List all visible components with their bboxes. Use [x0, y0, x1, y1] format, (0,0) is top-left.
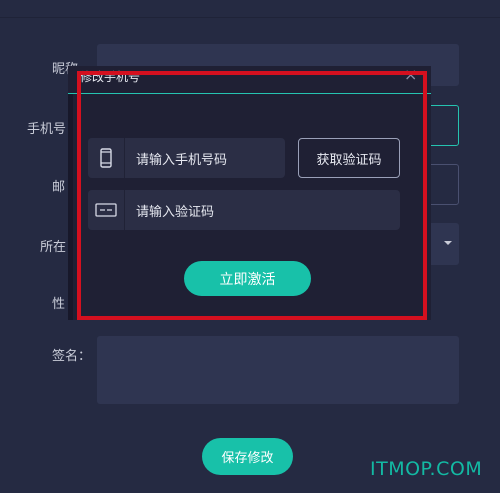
location-label: 所在 [40, 240, 67, 255]
save-button[interactable]: 保存修改 [202, 438, 293, 475]
gender-label: 性 [52, 297, 66, 312]
highlight-frame [77, 71, 427, 320]
top-divider [0, 17, 500, 18]
chevron-down-icon[interactable] [444, 241, 452, 245]
modal-left-edge [68, 93, 73, 320]
email-label: 邮 [52, 180, 66, 195]
watermark: ITMOP.COM [370, 458, 483, 480]
signature-textarea[interactable] [97, 336, 459, 404]
phone-label: 手机号 [27, 122, 67, 137]
signature-label: 签名： [52, 349, 92, 364]
